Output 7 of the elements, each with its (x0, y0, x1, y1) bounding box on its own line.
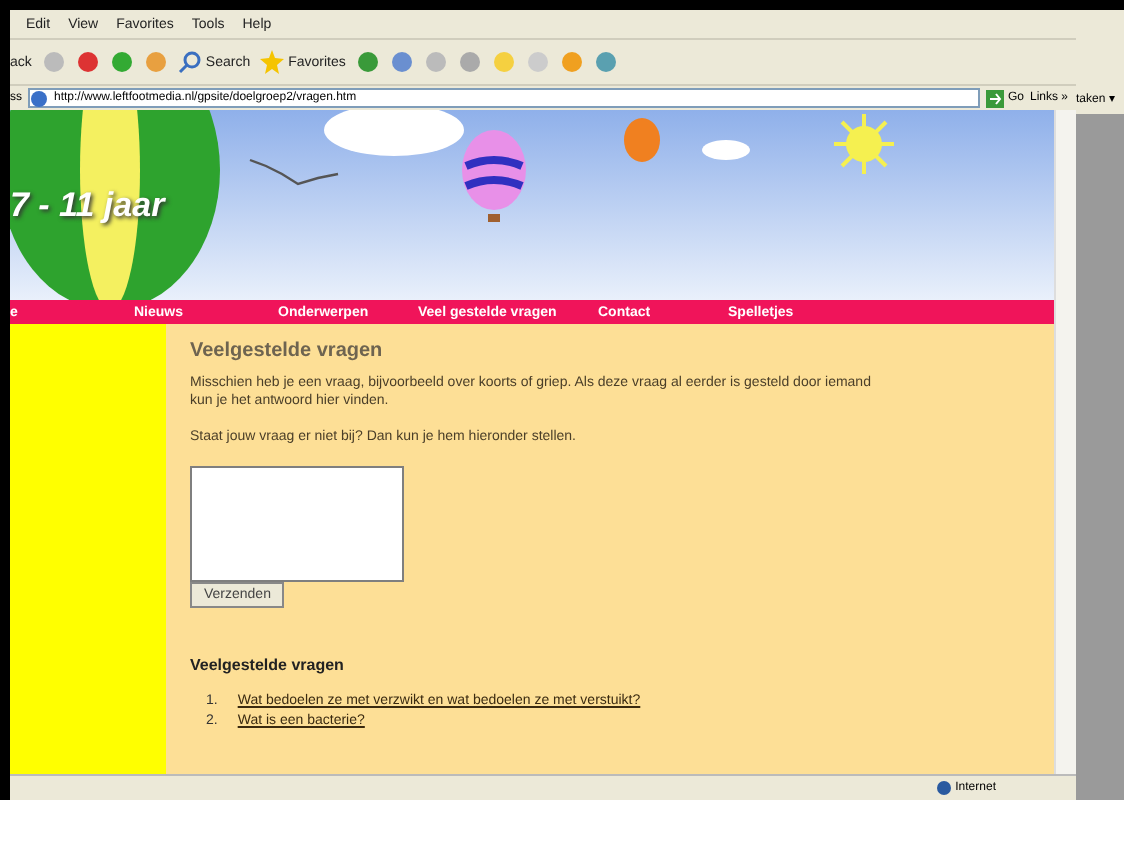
search-icon (177, 50, 202, 74)
star-icon (260, 50, 285, 74)
scrollbar[interactable] (1054, 110, 1076, 774)
question-field[interactable] (190, 466, 404, 583)
go-arrow-icon (985, 89, 1004, 107)
section-heading: Veelgestelde vragen (190, 656, 344, 675)
page-heading: Veelgestelde vragen (190, 340, 383, 362)
